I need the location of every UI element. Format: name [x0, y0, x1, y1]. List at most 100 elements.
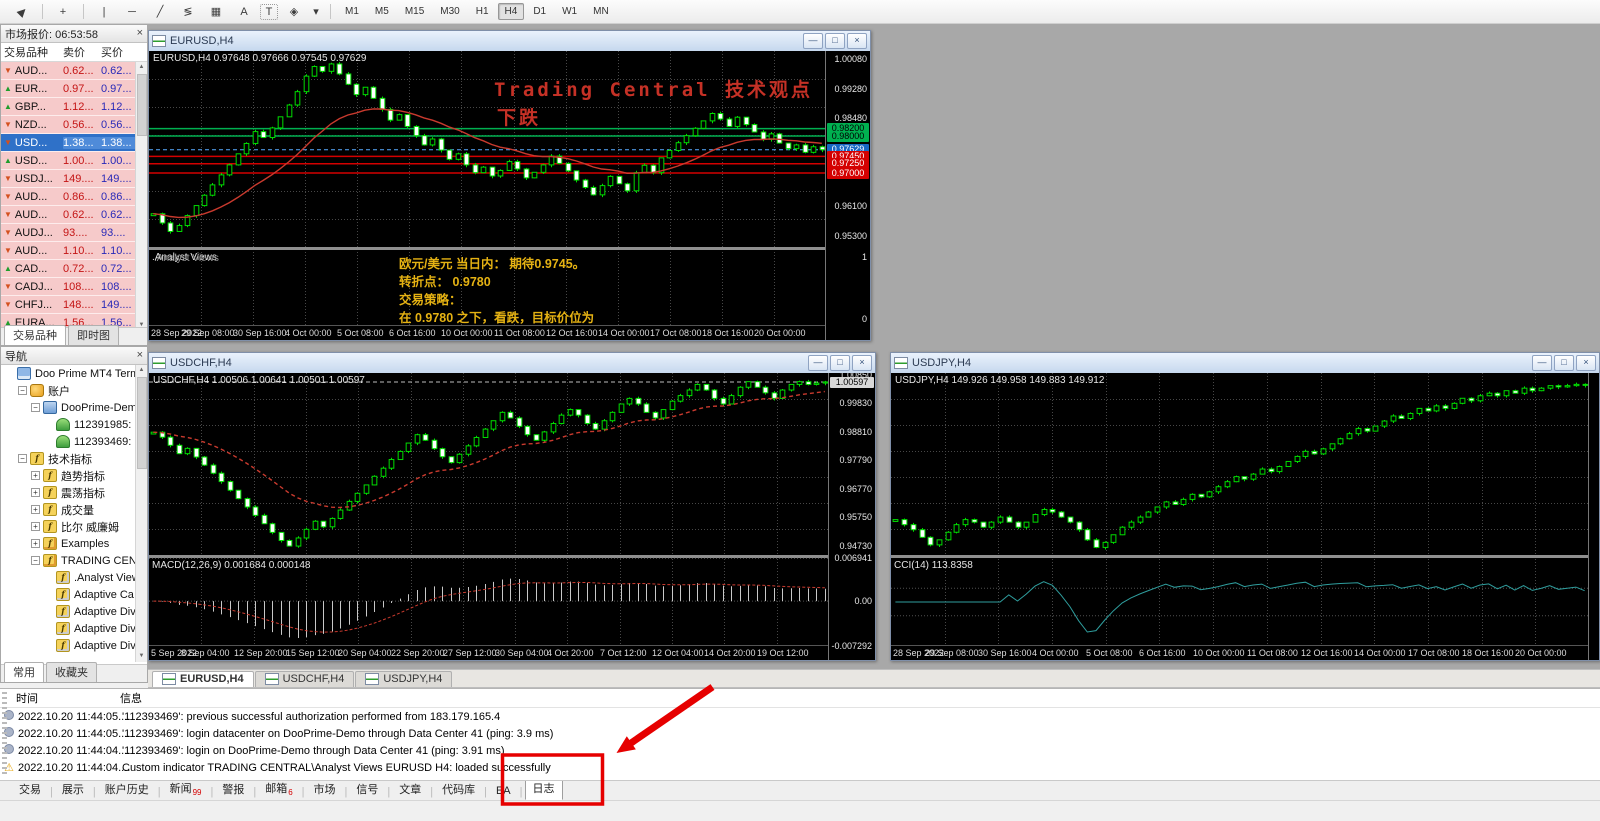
navigator-item[interactable]: +Doo Prime MT4 Termir [1, 365, 147, 382]
arrow-shapes-icon[interactable]: ◈ [282, 1, 306, 22]
market-watch-row[interactable]: ▼USD...1.38...1.38... [1, 134, 147, 152]
navigator-tab-常用[interactable]: 常用 [4, 662, 44, 682]
navigator-item[interactable]: +Adaptive Ca [1, 586, 147, 603]
chart-body-usdjpy[interactable]: USDJPY,H4 149.926 149.958 149.883 149.91… [891, 373, 1599, 660]
market-watch-row[interactable]: ▲USD...1.00...1.00... [1, 152, 147, 170]
tree-minus-icon[interactable]: − [18, 454, 27, 463]
close-icon[interactable]: × [137, 350, 143, 361]
market-watch-row[interactable]: ▼AUD...0.86...0.86... [1, 188, 147, 206]
text-label-icon[interactable]: T [260, 4, 278, 20]
window-titlebar[interactable]: USDJPY,H4—□× [891, 353, 1599, 373]
navigator-item[interactable]: +Adaptive Div [1, 603, 147, 620]
navigator-item[interactable]: +Adaptive Div [1, 637, 147, 654]
window-titlebar[interactable]: USDCHF,H4—□× [149, 353, 875, 373]
market-watch-scrollbar[interactable]: ▲▼ [135, 62, 147, 331]
tree-plus-icon[interactable]: + [31, 488, 40, 497]
timeframe-button-h4[interactable]: H4 [498, 3, 525, 20]
tree-plus-icon[interactable]: + [31, 539, 40, 548]
tree-minus-icon[interactable]: − [31, 556, 40, 565]
navigator-item[interactable]: +成交量 [1, 501, 147, 518]
close-button-icon[interactable]: × [1576, 355, 1596, 371]
navigator-item[interactable]: +Examples [1, 535, 147, 552]
scrollbar-thumb[interactable] [137, 74, 147, 136]
timeframe-button-h1[interactable]: H1 [469, 3, 496, 20]
market-watch-col-2[interactable]: 买价 [101, 44, 137, 60]
scroll-up-icon[interactable]: ▲ [136, 365, 147, 376]
window-titlebar[interactable]: EURUSD,H4—□× [149, 31, 870, 51]
market-watch-tab-即时图[interactable]: 即时图 [68, 325, 119, 345]
tree-plus-icon[interactable]: + [31, 471, 40, 480]
scrollbar-thumb[interactable] [137, 377, 147, 469]
market-watch-row[interactable]: ▼NZD...0.56...0.56... [1, 116, 147, 134]
timeframe-button-w1[interactable]: W1 [555, 3, 584, 20]
timeframe-button-m5[interactable]: M5 [368, 3, 396, 20]
timeframe-button-mn[interactable]: MN [586, 3, 616, 20]
timeframe-button-m15[interactable]: M15 [398, 3, 431, 20]
market-watch-row[interactable]: ▼AUD...0.62...0.62... [1, 62, 147, 80]
tree-minus-icon[interactable]: − [18, 386, 27, 395]
terminal-tab-信号[interactable]: 信号 [349, 780, 385, 800]
terminal-tab-账户历史[interactable]: 账户历史 [98, 780, 156, 800]
navigator-item[interactable]: +.Analyst View [1, 569, 147, 586]
journal-row[interactable]: 2022.10.20 11:44:04....'112393469': logi… [0, 742, 1600, 759]
minimize-button-icon[interactable]: — [1532, 355, 1552, 371]
terminal-tab-交易[interactable]: 交易 [12, 780, 48, 800]
navigator-item[interactable]: −账户 [1, 382, 147, 399]
minimize-button-icon[interactable]: — [803, 33, 823, 49]
navigator-item[interactable]: +112393469: [1, 433, 147, 450]
close-icon[interactable]: × [137, 28, 143, 39]
market-watch-row[interactable]: ▼AUD...0.62...0.62... [1, 206, 147, 224]
timeframe-button-m30[interactable]: M30 [433, 3, 466, 20]
market-watch-row[interactable]: ▼AUDJ...93....93.... [1, 224, 147, 242]
market-watch-row[interactable]: ▲GBP...1.12...1.12... [1, 98, 147, 116]
text-icon[interactable]: A [232, 1, 256, 22]
navigator-item[interactable]: +Adaptive Div [1, 620, 147, 637]
terminal-tab-邮箱[interactable]: 邮箱6 [258, 780, 299, 800]
journal-row[interactable]: 2022.10.20 11:44:05....'112393469': prev… [0, 708, 1600, 725]
minimize-button-icon[interactable]: — [808, 355, 828, 371]
terminal-tab-市场[interactable]: 市场 [307, 780, 343, 800]
close-button-icon[interactable]: × [847, 33, 867, 49]
market-watch-row[interactable]: ▼CADJ...108....108.... [1, 278, 147, 296]
market-watch-tab-交易品种[interactable]: 交易品种 [4, 325, 66, 345]
market-watch-row[interactable]: ▲EUR...0.97...0.97... [1, 80, 147, 98]
fibonacci-icon[interactable]: ≶ [176, 1, 200, 22]
chart-tab-USDJPYH4[interactable]: USDJPY,H4 [355, 671, 452, 687]
terminal-tab-日志[interactable]: 日志 [525, 780, 563, 800]
navigator-item[interactable]: +比尔 威廉姆 [1, 518, 147, 535]
vertical-line-icon[interactable]: | [92, 1, 116, 22]
navigator-item[interactable]: −TRADING CENT [1, 552, 147, 569]
timeframe-button-d1[interactable]: D1 [526, 3, 553, 20]
market-watch-col-0[interactable]: 交易品种 [1, 44, 63, 60]
maximize-button-icon[interactable]: □ [830, 355, 850, 371]
navigator-item[interactable]: +112391985: [1, 416, 147, 433]
chart-body-usdchf[interactable]: USDCHF,H4 1.00506 1.00641 1.00501 1.0059… [149, 373, 875, 660]
chart-tab-USDCHFH4[interactable]: USDCHF,H4 [255, 671, 355, 687]
scroll-up-icon[interactable]: ▲ [136, 62, 147, 73]
terminal-tab-文章[interactable]: 文章 [392, 780, 428, 800]
cycle-grid-icon[interactable]: ▦ [204, 1, 228, 22]
terminal-tab-展示[interactable]: 展示 [55, 780, 91, 800]
close-button-icon[interactable]: × [852, 355, 872, 371]
maximize-button-icon[interactable]: □ [1554, 355, 1574, 371]
chart-tab-EURUSDH4[interactable]: EURUSD,H4 [152, 671, 254, 687]
trendline-icon[interactable]: ╱ [148, 1, 172, 22]
tree-minus-icon[interactable]: − [31, 403, 40, 412]
terminal-tab-代码库[interactable]: 代码库 [435, 780, 482, 800]
journal-row[interactable]: ⚠2022.10.20 11:44:04....Custom indicator… [0, 759, 1600, 776]
crosshair-icon[interactable]: + [51, 1, 75, 22]
dropdown-arrow-icon[interactable]: ▾ [310, 1, 322, 22]
navigator-item[interactable]: +趋势指标 [1, 467, 147, 484]
chart-body-eurusd[interactable]: EURUSD,H4 0.97648 0.97666 0.97545 0.9762… [149, 51, 870, 340]
market-watch-row[interactable]: ▼CHFJ...148....149.... [1, 296, 147, 314]
maximize-button-icon[interactable]: □ [825, 33, 845, 49]
tree-plus-icon[interactable]: + [31, 505, 40, 514]
scroll-down-icon[interactable]: ▼ [136, 651, 147, 662]
price-scale[interactable]: 1.000800.992800.984800.961000.953000.982… [825, 51, 870, 340]
market-watch-col-1[interactable]: 卖价 [63, 44, 101, 60]
price-scale[interactable]: 1.008500.998300.988100.977900.967700.957… [828, 373, 875, 660]
navigator-item[interactable]: −DooPrime-Dem [1, 399, 147, 416]
navigator-scrollbar[interactable]: ▲▼ [135, 365, 147, 662]
terminal-tab-EA[interactable]: EA [489, 783, 518, 800]
market-watch-row[interactable]: ▼USDJ...149....149.... [1, 170, 147, 188]
